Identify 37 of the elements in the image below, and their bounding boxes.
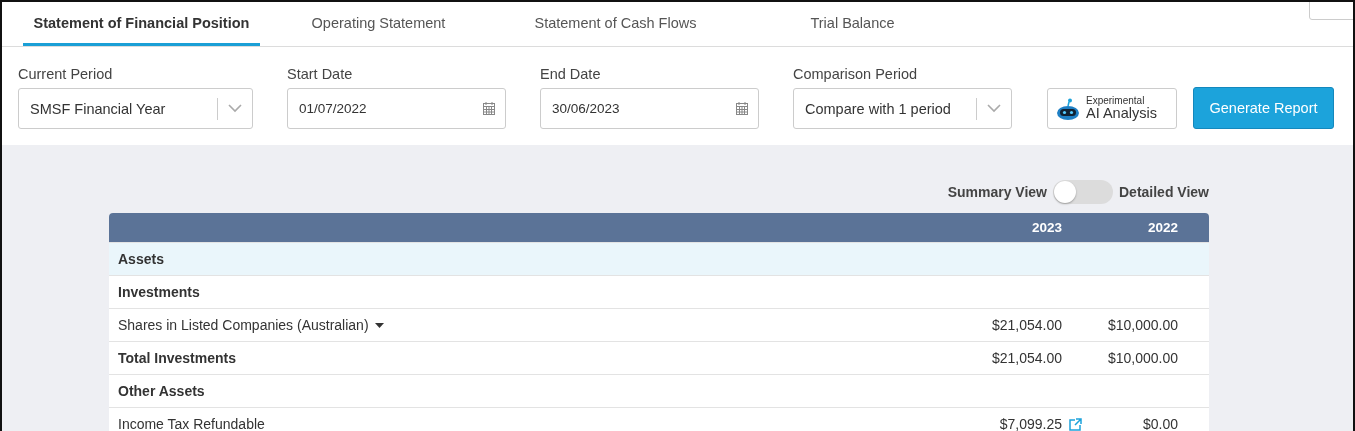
amount-cell: $21,054.00 bbox=[991, 350, 1062, 366]
row-label: Investments bbox=[118, 284, 200, 300]
corner-button[interactable] bbox=[1309, 2, 1353, 20]
row-label: Other Assets bbox=[118, 383, 205, 399]
external-link-icon[interactable] bbox=[1069, 417, 1082, 431]
amount-cell: $21,054.00 bbox=[991, 317, 1062, 333]
robot-icon bbox=[1056, 97, 1080, 120]
dropdown-caret-icon[interactable] bbox=[374, 322, 384, 328]
date-field[interactable]: 30/06/2023 bbox=[540, 88, 759, 129]
field-label: Comparison Period bbox=[793, 66, 919, 82]
select-field[interactable]: SMSF Financial Year bbox=[18, 88, 253, 129]
field-label: Current Period bbox=[18, 66, 114, 82]
toggle-label: Summary View bbox=[947, 184, 1047, 200]
chevron-down-icon bbox=[228, 104, 242, 113]
ai-analysis-button[interactable]: Experimental AI Analysis bbox=[1047, 88, 1177, 129]
amount-cell: $0.00 bbox=[1142, 416, 1178, 431]
calendar-icon bbox=[483, 102, 495, 115]
row-label: Income Tax Refundable bbox=[118, 416, 265, 431]
select-field[interactable]: Compare with 1 period bbox=[793, 88, 1012, 129]
calendar-icon bbox=[736, 102, 748, 115]
row-label: Assets bbox=[118, 251, 164, 267]
view-switch[interactable] bbox=[1053, 180, 1113, 204]
column-header: 2022 bbox=[1146, 220, 1178, 235]
row-label: Total Investments bbox=[118, 350, 236, 366]
report-tab[interactable]: Statement of Cash Flows bbox=[497, 2, 734, 46]
row-label: Shares in Listed Companies (Australian) bbox=[118, 317, 369, 333]
amount-cell: $10,000.00 bbox=[1107, 350, 1178, 366]
amount-cell: $7,099.25 bbox=[999, 416, 1062, 431]
toggle-label: Detailed View bbox=[1119, 184, 1209, 200]
field-label: End Date bbox=[540, 66, 602, 82]
report-tab[interactable]: Operating Statement bbox=[260, 2, 497, 46]
amount-cell: $10,000.00 bbox=[1107, 317, 1178, 333]
chevron-down-icon bbox=[987, 104, 1001, 113]
date-field[interactable]: 01/07/2022 bbox=[287, 88, 506, 129]
report-tab[interactable]: Trial Balance bbox=[734, 2, 971, 46]
column-header: 2023 bbox=[1030, 220, 1062, 235]
field-label: Start Date bbox=[287, 66, 354, 82]
